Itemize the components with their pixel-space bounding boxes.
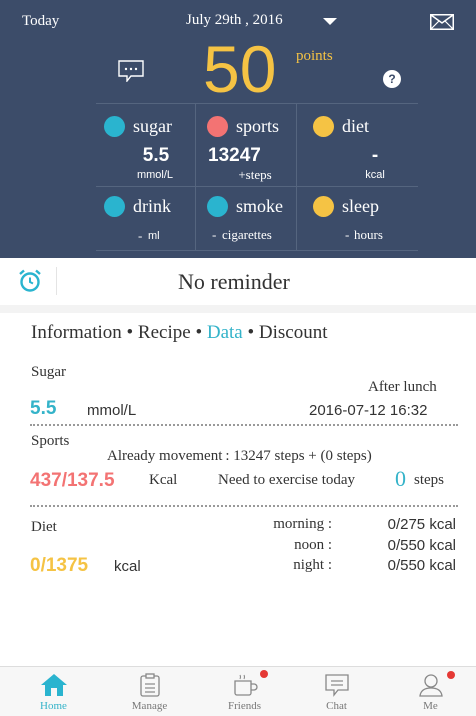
coffee-cup-icon xyxy=(234,674,258,696)
summary-header: Today July 29th , 2016 50 points ? sugar… xyxy=(0,0,476,258)
diet-section-title: Diet xyxy=(31,519,57,535)
smoke-value: - xyxy=(212,227,217,242)
sugar-unit: mmol/L xyxy=(136,169,174,181)
drink-value: - xyxy=(138,228,143,243)
notification-badge xyxy=(447,671,455,679)
sugar-datetime: 2016-07-12 16:32 xyxy=(309,402,428,419)
metric-sports[interactable]: sports xyxy=(207,116,279,137)
metric-label: smoke xyxy=(236,196,283,216)
metric-sugar[interactable]: sugar xyxy=(104,116,172,137)
sports-value: 13247 xyxy=(208,145,261,166)
home-icon xyxy=(41,674,67,696)
sugar-value: 5.5 xyxy=(142,145,170,166)
reminder-text: No reminder xyxy=(178,269,290,294)
nav-chat-label: Chat xyxy=(326,700,347,712)
nav-manage-label: Manage xyxy=(131,700,168,712)
sugar-reading-unit: mmol/L xyxy=(87,402,137,419)
bottom-nav: Home Manage Friends Chat Me xyxy=(0,666,476,716)
user-icon xyxy=(419,674,443,697)
section-divider xyxy=(30,424,458,426)
sugar-reading-value: 5.5 xyxy=(30,398,57,419)
nav-me-label: Me xyxy=(423,700,438,712)
exercise-need-label: Need to exercise today xyxy=(218,472,356,488)
metric-label: sports xyxy=(236,116,280,136)
tab-discount[interactable]: Discount xyxy=(259,322,328,343)
help-icon[interactable]: ? xyxy=(383,70,401,88)
sugar-dot-icon xyxy=(104,116,125,137)
notification-badge xyxy=(260,670,268,678)
diet-unit: kcal xyxy=(365,169,385,181)
exercise-need-unit: steps xyxy=(414,472,444,488)
nav-me[interactable]: Me xyxy=(383,667,476,716)
clipboard-icon xyxy=(140,673,160,697)
grid-divider xyxy=(96,103,418,104)
date-selector[interactable]: July 29th , 2016 xyxy=(186,12,283,29)
nav-manage[interactable]: Manage xyxy=(102,667,197,716)
metric-label: drink xyxy=(133,196,171,216)
metric-label: diet xyxy=(342,116,369,136)
tab-separator: • xyxy=(126,322,134,343)
tab-separator: • xyxy=(195,322,203,343)
sports-unit: +steps xyxy=(238,167,272,182)
grid-divider xyxy=(96,250,418,251)
diet-meal-label: night : xyxy=(293,557,332,573)
exercise-need-value: 0 xyxy=(395,466,406,491)
comment-icon[interactable] xyxy=(118,60,144,82)
metric-drink[interactable]: drink xyxy=(104,196,171,217)
points-label: points xyxy=(296,48,333,64)
nav-friends-label: Friends xyxy=(228,700,261,712)
nav-friends[interactable]: Friends xyxy=(197,667,292,716)
metric-diet[interactable]: diet xyxy=(313,116,369,137)
smoke-unit: cigarettes xyxy=(222,227,272,242)
drink-dot-icon xyxy=(104,196,125,217)
diet-meal-label: morning : xyxy=(273,516,332,532)
sports-movement: Already movement : 13247 steps + (0 step… xyxy=(107,448,372,464)
metric-label: sleep xyxy=(342,196,379,216)
nav-home[interactable]: Home xyxy=(6,667,101,716)
chevron-down-icon[interactable] xyxy=(323,18,337,25)
smoke-dot-icon xyxy=(207,196,228,217)
chat-icon xyxy=(325,674,349,697)
sports-dot-icon xyxy=(207,116,228,137)
section-gap xyxy=(0,305,476,313)
tab-information[interactable]: Information xyxy=(31,322,122,343)
alarm-clock-icon[interactable] xyxy=(18,269,42,293)
tab-separator: • xyxy=(247,322,255,343)
health-score: 50 xyxy=(203,32,277,106)
nav-chat[interactable]: Chat xyxy=(289,667,384,716)
metric-sleep[interactable]: sleep xyxy=(313,196,379,217)
divider xyxy=(56,267,57,295)
sleep-value: - xyxy=(345,227,350,242)
tab-data[interactable]: Data xyxy=(207,322,243,343)
sports-kcal-value: 437/137.5 xyxy=(30,470,115,491)
content-tabs: Information • Recipe • Data • Discount xyxy=(31,322,327,344)
diet-meal-value: 0/275 kcal xyxy=(387,516,456,533)
metric-smoke[interactable]: smoke xyxy=(207,196,283,217)
tab-recipe[interactable]: Recipe xyxy=(138,322,191,343)
mail-icon[interactable] xyxy=(430,14,454,30)
sugar-section-title: Sugar xyxy=(31,364,66,380)
section-divider xyxy=(30,505,458,507)
sports-kcal-unit: Kcal xyxy=(149,472,178,488)
sports-section-title: Sports xyxy=(31,433,70,449)
grid-divider xyxy=(96,186,418,187)
diet-dot-icon xyxy=(313,116,334,137)
diet-total-value: 0/1375 xyxy=(30,555,89,576)
reminder-bar[interactable]: No reminder xyxy=(0,259,476,306)
drink-unit: ml xyxy=(148,230,160,242)
today-label[interactable]: Today xyxy=(22,13,59,30)
diet-meal-value: 0/550 kcal xyxy=(387,557,456,574)
nav-home-label: Home xyxy=(40,700,67,712)
diet-meal-value: 0/550 kcal xyxy=(387,537,456,554)
diet-value: - xyxy=(371,145,379,166)
diet-meal-label: noon : xyxy=(294,537,332,553)
metric-label: sugar xyxy=(133,116,172,136)
sleep-dot-icon xyxy=(313,196,334,217)
sugar-meal-label: After lunch xyxy=(368,379,437,395)
diet-total-unit: kcal xyxy=(114,558,141,575)
sleep-unit: hours xyxy=(354,227,383,242)
